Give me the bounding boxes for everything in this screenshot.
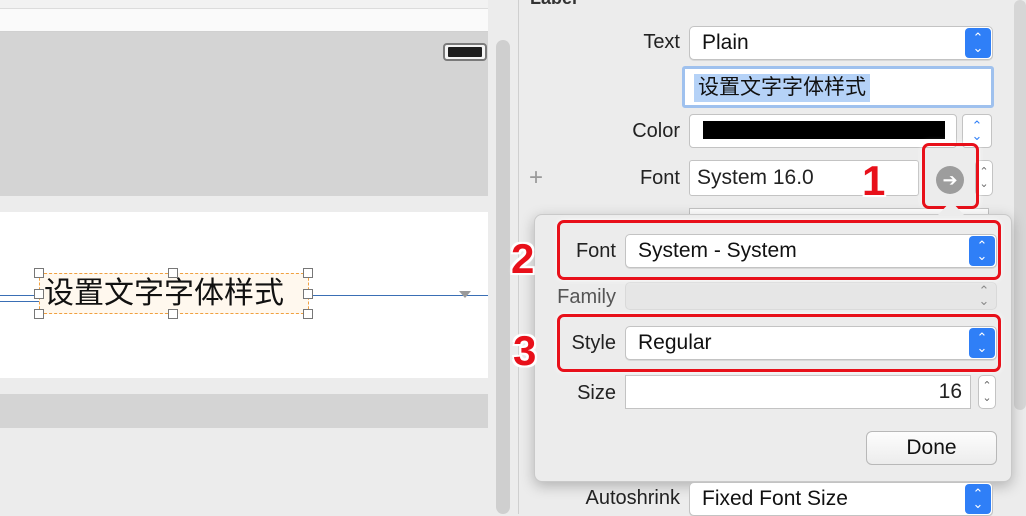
resize-handle-top[interactable] — [168, 268, 178, 278]
done-button[interactable]: Done — [866, 431, 997, 465]
inspector-scrollbar[interactable] — [1014, 0, 1026, 410]
family-select[interactable] — [625, 282, 997, 310]
annotation-number-3: 3 — [513, 327, 537, 374]
text-label: Text — [643, 31, 680, 53]
resize-handle-right[interactable] — [303, 289, 313, 299]
resize-handle-top-right[interactable] — [303, 268, 313, 278]
color-swatch — [703, 121, 945, 139]
autoshrink-select[interactable]: Fixed Font Size — [689, 482, 993, 516]
canvas-top-strip — [0, 0, 488, 9]
popover-family-label: Family — [557, 286, 616, 308]
annotation-box-1 — [922, 143, 979, 209]
plus-icon[interactable]: + — [529, 164, 543, 192]
storyboard-canvas[interactable]: 设置文字字体样式 — [0, 0, 492, 514]
annotation-number-2: 2 — [511, 235, 535, 282]
section-header: Label — [530, 0, 577, 9]
annotation-number-1: 1 — [862, 157, 886, 204]
resize-handle-bottom-right[interactable] — [303, 309, 313, 319]
text-type-select[interactable]: Plain — [689, 26, 993, 60]
size-field[interactable]: 16 — [625, 375, 971, 409]
guide-marker-icon — [459, 291, 471, 298]
resize-handle-bottom[interactable] — [168, 309, 178, 319]
resize-handle-bottom-left[interactable] — [34, 309, 44, 319]
battery-icon — [443, 43, 487, 61]
color-label: Color — [632, 120, 680, 142]
text-type-value: Plain — [702, 31, 749, 54]
font-label: Font — [639, 167, 680, 189]
navigation-bar-area — [0, 32, 488, 196]
up-down-chevron-icon: ⌃ ⌄ — [978, 283, 990, 308]
popover-size-label: Size — [577, 382, 616, 404]
label-element[interactable]: 设置文字字体样式 — [44, 274, 284, 314]
canvas-scrollbar[interactable] — [496, 40, 510, 514]
toolbar-area — [0, 394, 488, 428]
autoshrink-value: Fixed Font Size — [702, 487, 848, 510]
annotation-box-2 — [557, 220, 1001, 280]
resize-handle-top-left[interactable] — [34, 268, 44, 278]
canvas-gap — [0, 196, 488, 212]
canvas-gap — [0, 378, 488, 394]
canvas-status-bar — [0, 9, 488, 32]
text-value-selection: 设置文字字体样式 — [694, 74, 870, 102]
up-down-chevron-icon: ⌃ ⌄ — [965, 484, 991, 514]
size-stepper[interactable]: ⌃ ⌄ — [978, 375, 996, 409]
resize-handle-left[interactable] — [34, 289, 44, 299]
annotation-box-3 — [557, 314, 1001, 372]
autoshrink-label: Autoshrink — [585, 487, 681, 509]
popover-arrow — [938, 201, 964, 215]
alignment-guide — [0, 301, 40, 302]
up-down-chevron-icon: ⌃ ⌄ — [965, 28, 991, 58]
